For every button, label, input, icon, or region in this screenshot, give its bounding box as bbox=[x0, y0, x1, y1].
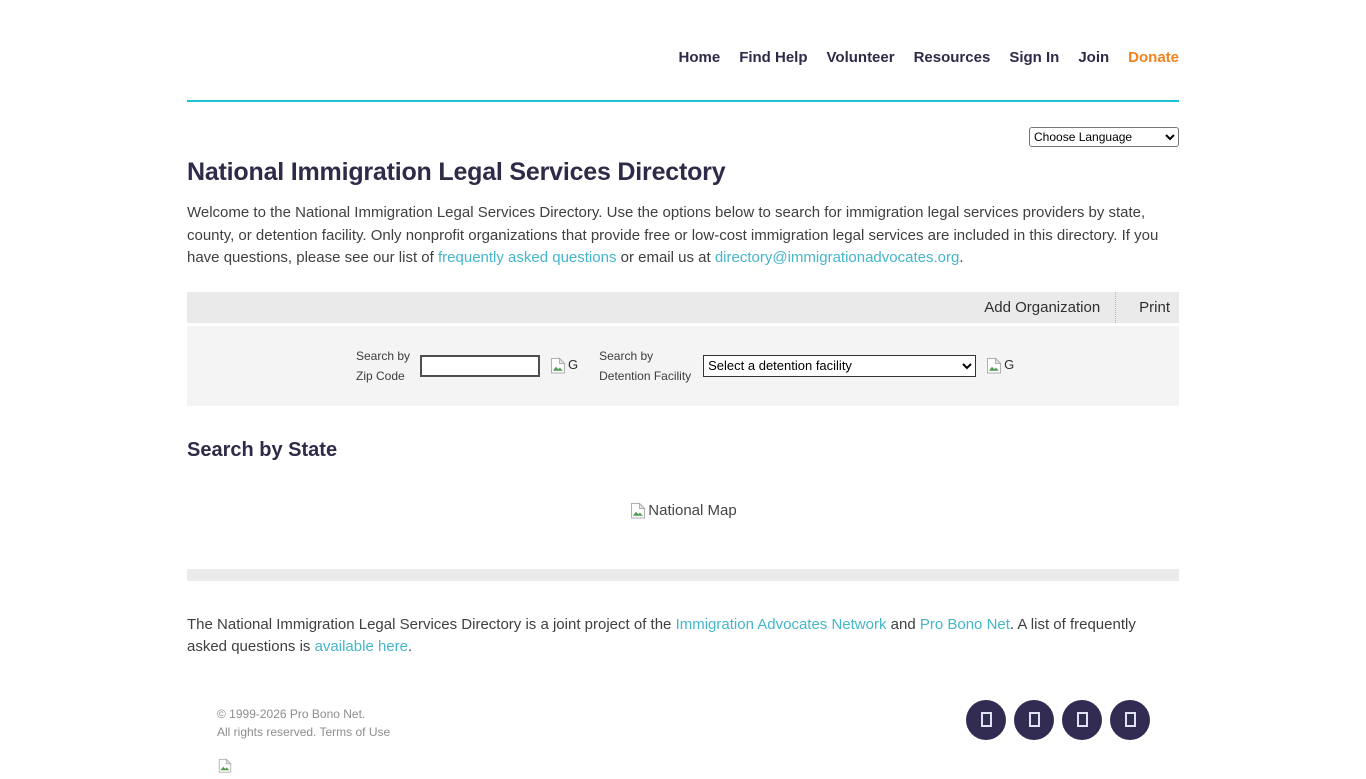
main-nav: Home Find Help Volunteer Resources Sign … bbox=[679, 49, 1180, 66]
national-map-alt-text: National Map bbox=[648, 502, 736, 519]
footer-text-4: . bbox=[408, 638, 412, 655]
terms-of-use-link[interactable]: Terms of Use bbox=[320, 725, 391, 739]
national-map-row: National Map bbox=[187, 502, 1179, 524]
national-map-image[interactable]: National Map bbox=[629, 502, 736, 520]
zip-label-line2: Zip Code bbox=[356, 366, 412, 386]
footer-about-paragraph: The National Immigration Legal Services … bbox=[187, 614, 1179, 659]
search-panel: Search by Zip Code G Search by Detention… bbox=[187, 326, 1179, 406]
broken-image-icon bbox=[629, 502, 647, 520]
facility-label-line2: Detention Facility bbox=[599, 366, 693, 386]
language-select[interactable]: Choose Language bbox=[1029, 127, 1179, 147]
nav-item-resources[interactable]: Resources bbox=[914, 49, 991, 66]
facility-label-line1: Search by bbox=[599, 346, 693, 366]
available-here-link[interactable]: available here bbox=[315, 638, 408, 655]
rights-reserved-text: All rights reserved. bbox=[217, 725, 320, 739]
nav-item-home[interactable]: Home bbox=[679, 49, 721, 66]
copyright-line-2: All rights reserved. Terms of Use bbox=[217, 723, 390, 741]
email-link[interactable]: directory@immigrationadvocates.org bbox=[715, 249, 960, 266]
page-container: Home Find Help Volunteer Resources Sign … bbox=[187, 0, 1179, 779]
missing-glyph-icon bbox=[1029, 712, 1040, 727]
add-organization-label: Add Organization bbox=[984, 299, 1100, 316]
intro-text-3: . bbox=[959, 249, 963, 266]
zip-label-line1: Search by bbox=[356, 346, 412, 366]
facility-go-alt-text: G bbox=[1004, 357, 1014, 372]
social-buttons bbox=[966, 700, 1150, 740]
intro-paragraph: Welcome to the National Immigration Lega… bbox=[187, 202, 1179, 270]
missing-glyph-icon bbox=[1125, 712, 1136, 727]
pro-bono-net-link[interactable]: Pro Bono Net bbox=[920, 616, 1010, 633]
social-button-2[interactable] bbox=[1014, 700, 1054, 740]
ian-link[interactable]: Immigration Advocates Network bbox=[676, 616, 887, 633]
header: Home Find Help Volunteer Resources Sign … bbox=[187, 0, 1179, 102]
print-label: Print bbox=[1139, 299, 1170, 316]
nav-item-donate[interactable]: Donate bbox=[1128, 49, 1179, 66]
missing-glyph-icon bbox=[981, 712, 992, 727]
zip-go-alt-text: G bbox=[568, 357, 578, 372]
nav-item-find-help[interactable]: Find Help bbox=[739, 49, 807, 66]
broken-image-icon bbox=[549, 357, 567, 375]
zip-go-button[interactable]: G bbox=[549, 357, 578, 375]
nav-item-join[interactable]: Join bbox=[1078, 49, 1109, 66]
intro-text-2: or email us at bbox=[616, 249, 714, 266]
social-button-3[interactable] bbox=[1062, 700, 1102, 740]
footer-bottom-row: © 1999-2026 Pro Bono Net. All rights res… bbox=[187, 705, 1179, 779]
faq-link[interactable]: frequently asked questions bbox=[438, 249, 616, 266]
copyright-block: © 1999-2026 Pro Bono Net. All rights res… bbox=[187, 705, 390, 779]
footer-text-1: The National Immigration Legal Services … bbox=[187, 616, 676, 633]
copyright-text: © 1999-2026 Pro Bono Net. All rights res… bbox=[217, 705, 390, 741]
footer-text-2: and bbox=[886, 616, 919, 633]
language-row: Choose Language bbox=[187, 127, 1179, 147]
page-title: National Immigration Legal Services Dire… bbox=[187, 158, 1179, 187]
facility-go-button[interactable]: G bbox=[985, 357, 1014, 375]
add-organization-button[interactable]: Add Organization bbox=[984, 292, 1115, 323]
section-divider-bar bbox=[187, 569, 1179, 581]
missing-glyph-icon bbox=[1077, 712, 1088, 727]
zip-search-label: Search by Zip Code bbox=[356, 346, 412, 386]
broken-image-icon bbox=[985, 357, 1003, 375]
social-button-4[interactable] bbox=[1110, 700, 1150, 740]
nav-item-volunteer[interactable]: Volunteer bbox=[827, 49, 895, 66]
broken-image-icon bbox=[217, 758, 233, 774]
social-button-1[interactable] bbox=[966, 700, 1006, 740]
nav-item-sign-in[interactable]: Sign In bbox=[1009, 49, 1059, 66]
detention-facility-select[interactable]: Select a detention facility bbox=[703, 355, 976, 377]
facility-search-label: Search by Detention Facility bbox=[599, 346, 693, 386]
copyright-line-1: © 1999-2026 Pro Bono Net. bbox=[217, 705, 390, 723]
search-by-state-heading: Search by State bbox=[187, 439, 1179, 462]
zip-code-input[interactable] bbox=[420, 355, 540, 377]
footer-logo-broken-image bbox=[217, 758, 390, 779]
directory-toolbar: Add Organization Print bbox=[187, 292, 1179, 323]
print-button[interactable]: Print bbox=[1115, 292, 1179, 323]
